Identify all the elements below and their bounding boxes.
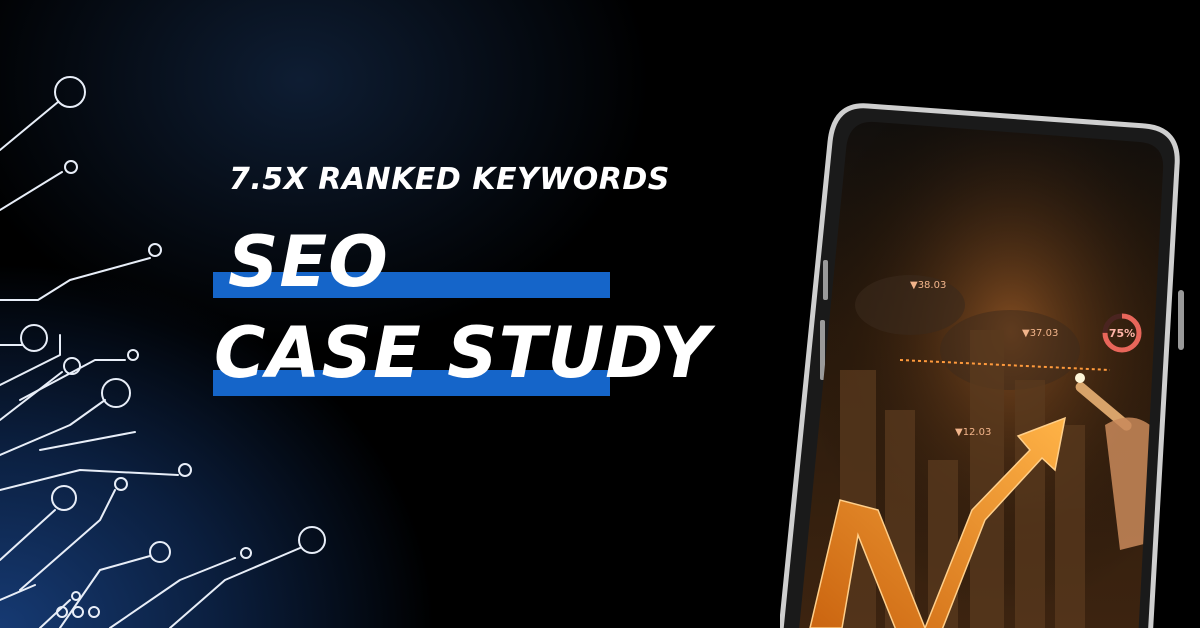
title-line-2: CASE STUDY [214, 312, 711, 394]
value-label: ▼12.03 [955, 427, 991, 438]
progress-label: 75% [1109, 327, 1135, 340]
smartphone-graphic: ▼38.03 ▼37.03 ▼12.03 75% [780, 103, 1184, 628]
value-label: ▼37.03 [1022, 328, 1058, 339]
value-label: ▼38.03 [910, 280, 946, 291]
title-line-1: SEO [228, 221, 389, 303]
subtitle: 7.5X RANKED KEYWORDS [229, 162, 670, 197]
seo-case-study-banner: 7.5X RANKED KEYWORDS SEO CASE STUDY ▼38.… [0, 0, 1200, 628]
